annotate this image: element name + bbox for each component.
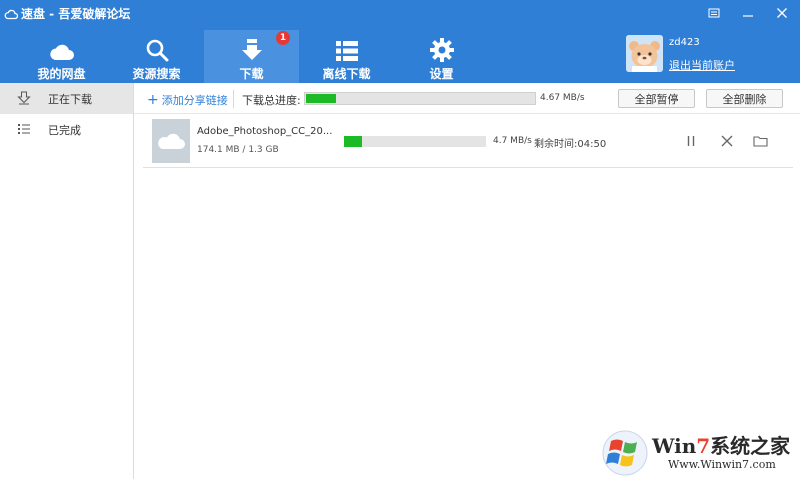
download-progress-bar: [344, 136, 486, 147]
app-logo-icon: [4, 9, 18, 19]
username: zd423: [669, 37, 700, 48]
nav-label: 我的网盘: [37, 67, 86, 81]
add-share-link-label: 添加分享链接: [161, 94, 228, 107]
app-title: 速盘 - 吾爱破解论坛: [4, 5, 130, 22]
nav-label: 离线下载: [322, 67, 371, 81]
file-cloud-icon: [152, 119, 190, 163]
download-arrow-icon: [17, 91, 31, 105]
file-size: 174.1 MB / 1.3 GB: [197, 145, 279, 155]
close-icon[interactable]: [770, 3, 794, 23]
nav-download[interactable]: 下载 1: [204, 30, 299, 83]
logout-link[interactable]: 退出当前账户: [669, 57, 735, 73]
nav-my-drive[interactable]: 我的网盘: [14, 30, 109, 83]
download-progress-fill: [344, 136, 362, 147]
list-icon: [18, 124, 30, 134]
windows-logo-icon: [602, 430, 648, 476]
title-bar[interactable]: 速盘 - 吾爱破解论坛: [0, 0, 800, 26]
download-icon: [241, 39, 262, 60]
watermark: Win7系统之家 Www.Winwin7.com: [600, 428, 800, 479]
download-row[interactable]: Adobe_Photoshop_CC_20... 174.1 MB / 1.3 …: [143, 116, 793, 168]
sidebar: 正在下载 已完成: [0, 83, 134, 479]
watermark-url: Www.Winwin7.com: [668, 458, 776, 471]
total-speed: 4.67 MB/s: [540, 93, 585, 103]
app-header: 速盘 - 吾爱破解论坛 我的网盘 资源搜索 下载 1 离线下载 设置 zd423…: [0, 0, 800, 83]
toolbar-divider: [233, 90, 234, 108]
nav-label: 资源搜索: [132, 67, 181, 81]
nav-label: 设置: [429, 67, 454, 81]
download-toolbar: + 添加分享链接 下载总进度: 4.67 MB/s 全部暂停 全部删除: [134, 83, 800, 114]
pause-icon[interactable]: [683, 133, 699, 149]
app-title-text: 速盘 - 吾爱破解论坛: [21, 7, 131, 21]
gear-icon: [429, 38, 454, 62]
menu-icon[interactable]: [702, 3, 726, 23]
cancel-icon[interactable]: [719, 133, 735, 149]
sidebar-item-label: 正在下载: [48, 93, 92, 106]
list-grid-icon: [335, 41, 358, 61]
pause-all-button[interactable]: 全部暂停: [618, 89, 695, 108]
minimize-icon[interactable]: [736, 3, 760, 23]
plus-icon: +: [147, 91, 159, 108]
download-count-badge: 1: [276, 31, 290, 45]
folder-icon[interactable]: [752, 133, 768, 149]
total-progress-bar: [304, 92, 536, 105]
cloud-icon: [49, 44, 74, 60]
sidebar-item-label: 已完成: [48, 124, 81, 137]
nav-label: 下载: [239, 67, 264, 81]
search-icon: [146, 39, 168, 62]
sidebar-item-completed[interactable]: 已完成: [0, 114, 133, 145]
nav-settings[interactable]: 设置: [394, 30, 489, 83]
nav-offline-download[interactable]: 离线下载: [299, 30, 394, 83]
file-name: Adobe_Photoshop_CC_20...: [197, 126, 333, 137]
watermark-brand: Win7系统之家: [652, 434, 791, 458]
delete-all-button[interactable]: 全部删除: [706, 89, 783, 108]
add-share-link-button[interactable]: + 添加分享链接: [147, 92, 228, 108]
total-progress-fill: [306, 94, 336, 103]
download-speed: 4.7 MB/s: [493, 136, 532, 146]
sidebar-item-downloading[interactable]: 正在下载: [0, 83, 133, 114]
total-progress-label: 下载总进度:: [242, 94, 301, 107]
remaining-time: 剩余时间:04:50: [534, 139, 607, 150]
avatar[interactable]: [626, 35, 663, 72]
main-nav: 我的网盘 资源搜索 下载 1 离线下载 设置: [14, 30, 489, 83]
nav-resource-search[interactable]: 资源搜索: [109, 30, 204, 83]
